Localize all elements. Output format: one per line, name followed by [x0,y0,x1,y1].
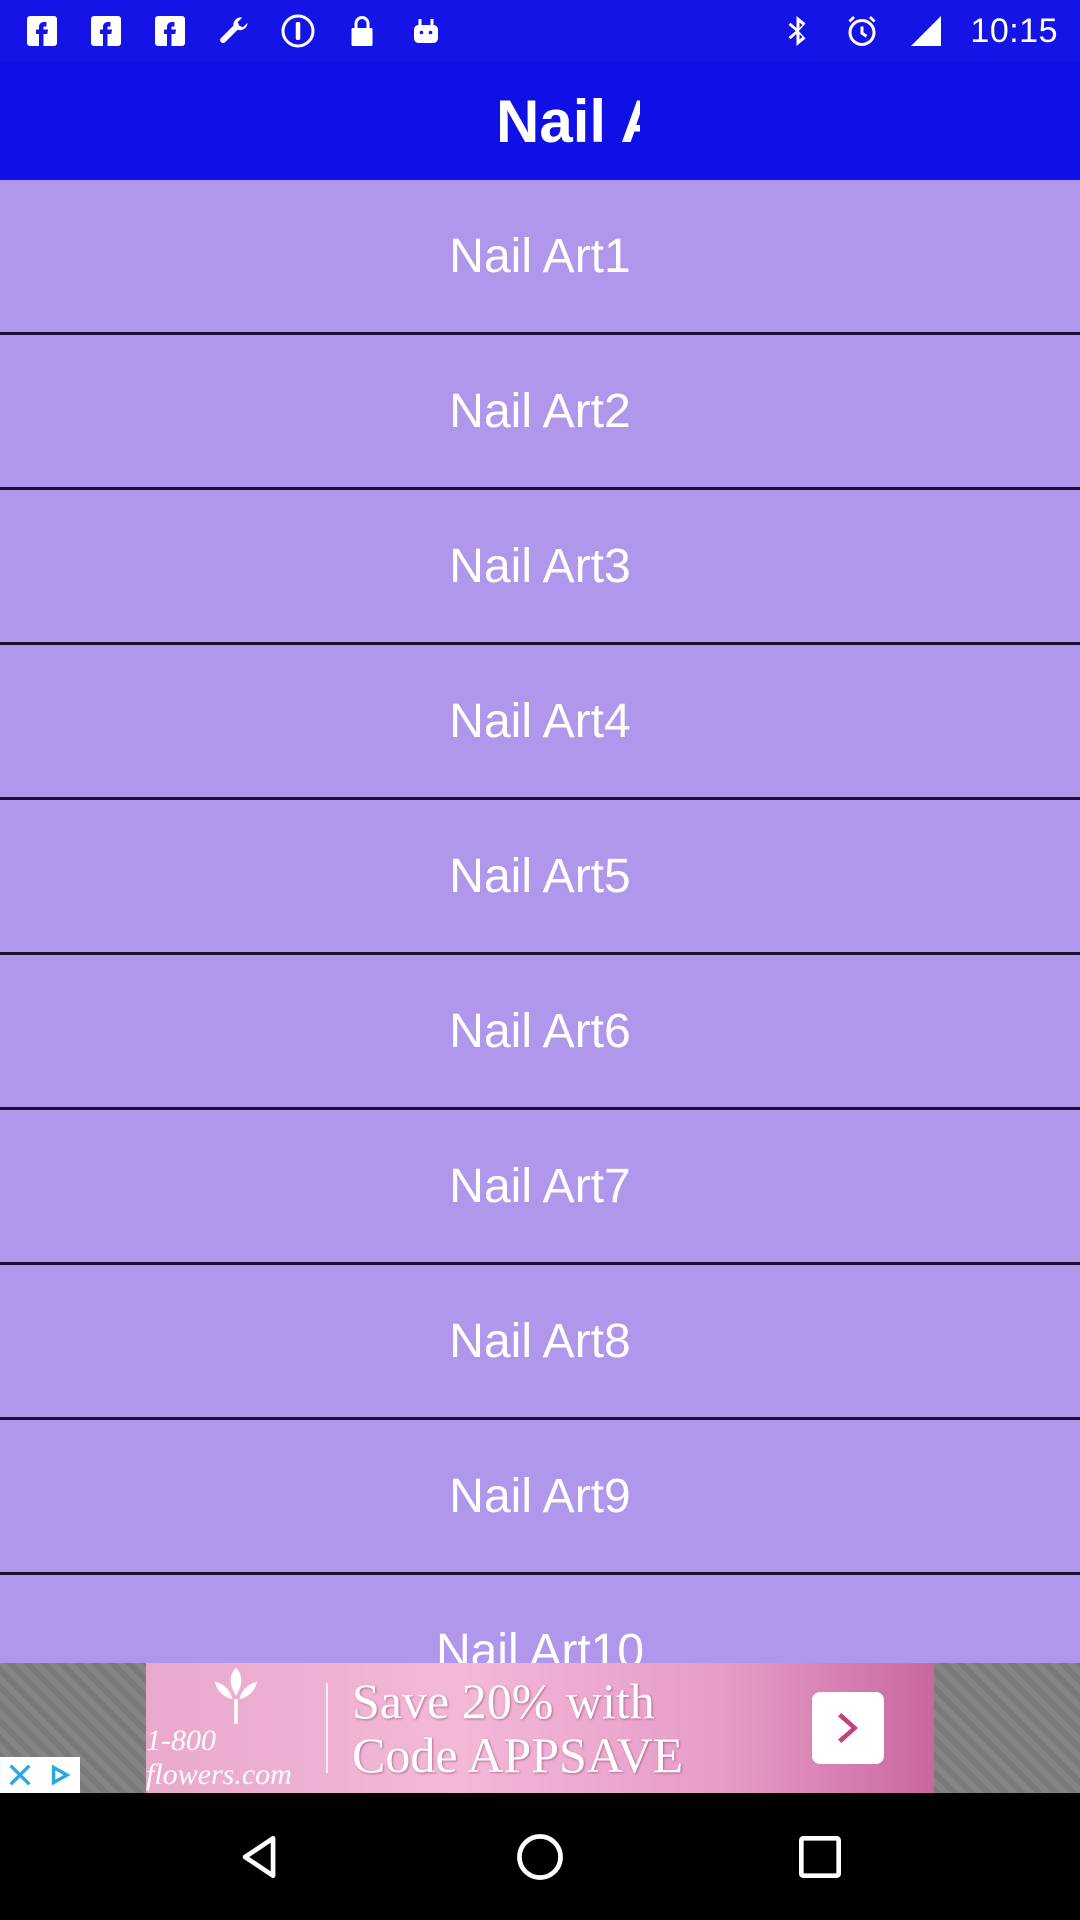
signal-icon [906,11,946,51]
info-circle-icon [278,11,318,51]
nail-art-list[interactable]: Nail Art1 Nail Art2 Nail Art3 Nail Art4 … [0,180,1080,1663]
home-button[interactable] [500,1817,580,1897]
app-bar: Nail Art [0,62,1080,180]
recents-icon [799,1835,841,1878]
ad-close-icon[interactable] [0,1757,40,1793]
list-item-label: Nail Art1 [449,229,631,283]
list-item-nail-art-5[interactable]: Nail Art5 [0,800,1080,955]
android-icon [406,11,446,51]
facebook-icon [150,11,190,51]
ad-divider [326,1683,328,1773]
ad-brand-name: 1-800 flowers.com [146,1724,292,1791]
facebook-icon [22,11,62,51]
alarm-icon [842,11,882,51]
list-item-label: Nail Art8 [449,1314,631,1368]
lock-icon [342,11,382,51]
app-title-container: Nail Art [496,87,640,156]
back-button[interactable] [220,1817,300,1897]
list-item-label: Nail Art10 [435,1624,645,1664]
notification-icons [22,11,446,51]
list-item-label: Nail Art7 [449,1159,631,1213]
screen: 10:15 Nail Art Nail Art1 Nail Art2 Nail … [0,0,1080,1920]
ad-headline-line2: Code APPSAVE [352,1727,684,1783]
ad-choices-icon[interactable] [40,1757,80,1793]
list-item-label: Nail Art3 [449,539,631,593]
flower-logo-icon [215,1667,257,1724]
system-icons: 10:15 [778,11,1058,51]
list-item-nail-art-3[interactable]: Nail Art3 [0,490,1080,645]
back-icon [242,1835,276,1878]
recents-button[interactable] [780,1817,860,1897]
facebook-icon [86,11,126,51]
list-item-nail-art-4[interactable]: Nail Art4 [0,645,1080,800]
navigation-bar [0,1793,1080,1920]
list-item-nail-art-1[interactable]: Nail Art1 [0,180,1080,335]
list-item-label: Nail Art5 [449,849,631,903]
list-item-label: Nail Art4 [449,694,631,748]
chevron-right-icon [838,1713,858,1743]
ad-headline-line1: Save 20% with [352,1673,655,1729]
bluetooth-icon [778,11,818,51]
list-item-nail-art-6[interactable]: Nail Art6 [0,955,1080,1110]
ad-container: 1-800 flowers.com Save 20% with Code APP… [0,1663,1080,1793]
list-item-nail-art-9[interactable]: Nail Art9 [0,1420,1080,1575]
wrench-icon [214,11,254,51]
ad-banner[interactable]: 1-800 flowers.com Save 20% with Code APP… [146,1663,934,1793]
ad-cta-button[interactable] [812,1692,884,1764]
list-item-nail-art-10[interactable]: Nail Art10 [0,1575,1080,1664]
ad-controls [0,1757,80,1793]
list-item-nail-art-7[interactable]: Nail Art7 [0,1110,1080,1265]
ad-headline: Save 20% with Code APPSAVE [352,1674,812,1782]
list-item-label: Nail Art2 [449,384,631,438]
clock: 10:15 [970,11,1058,50]
list-item-nail-art-8[interactable]: Nail Art8 [0,1265,1080,1420]
list-item-label: Nail Art6 [449,1004,631,1058]
ad-brand-logo: 1-800 flowers.com [146,1663,326,1793]
home-icon [517,1833,563,1880]
status-bar: 10:15 [0,0,1080,62]
list-item-nail-art-2[interactable]: Nail Art2 [0,335,1080,490]
list-item-label: Nail Art9 [449,1469,631,1523]
app-title: Nail Art [496,87,640,155]
